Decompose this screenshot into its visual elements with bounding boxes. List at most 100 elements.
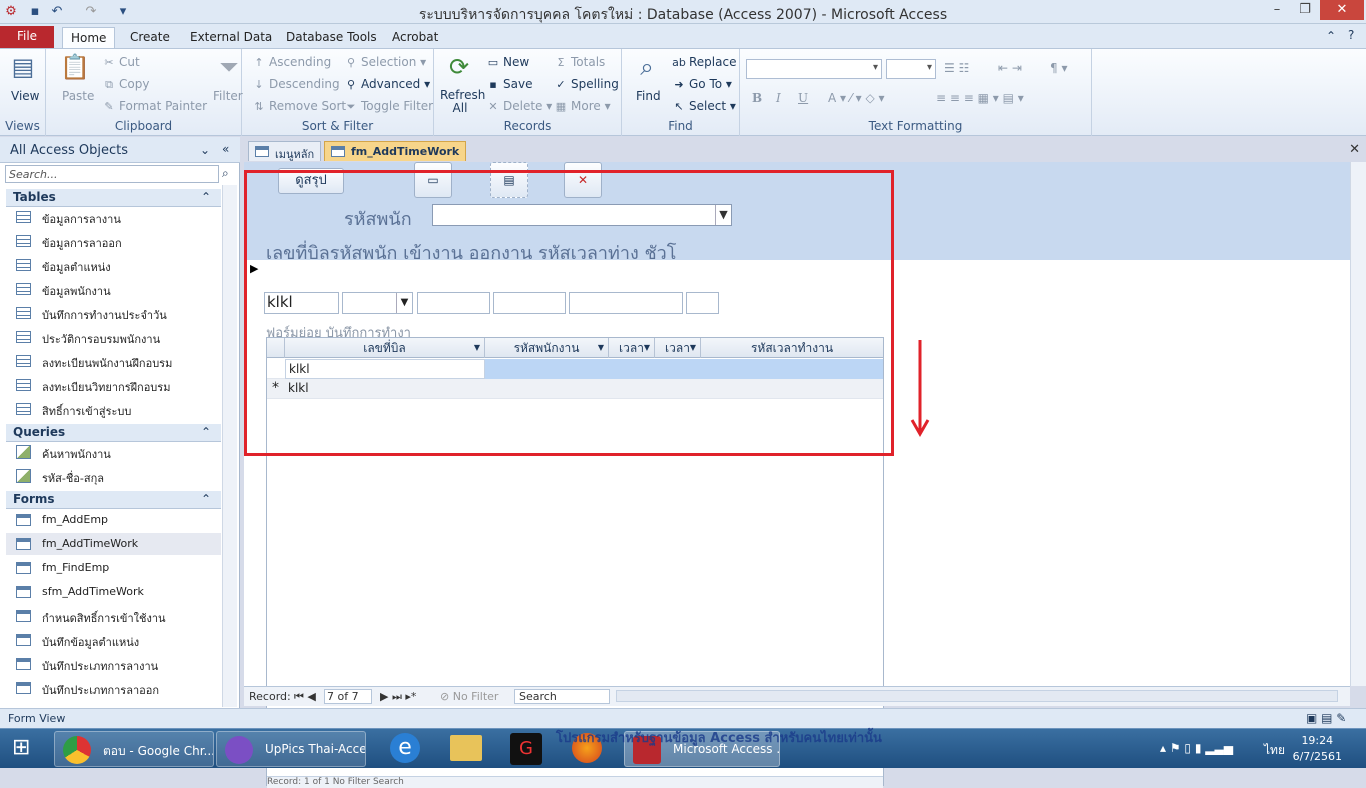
nav-item[interactable]: ข้อมูลพนักงาน <box>6 278 221 300</box>
underline-button[interactable]: U <box>798 91 808 105</box>
shutter-icon[interactable]: « <box>222 142 229 156</box>
no-filter-button[interactable]: ⊘ No Filter <box>440 690 498 703</box>
refresh-all-button[interactable]: Refresh All <box>440 89 485 115</box>
nav-item[interactable]: รหัส-ชื่อ-สกุล <box>6 465 221 487</box>
tab-main-menu[interactable]: เมนูหลัก <box>248 141 322 161</box>
bold-button[interactable]: B <box>752 91 762 105</box>
horizontal-scrollbar[interactable] <box>616 690 1338 702</box>
tab-home[interactable]: Home <box>62 27 116 48</box>
nav-item[interactable]: สิทธิ์การเข้าสู่ระบบ <box>6 398 221 420</box>
section-queries[interactable]: Queries ⌃ <box>6 424 221 442</box>
nav-item[interactable]: ประวัติการอบรมพนักงาน <box>6 326 221 348</box>
tab-file[interactable]: File <box>0 26 54 48</box>
descending-button[interactable]: ↓ Descending <box>252 77 339 91</box>
nav-item[interactable]: บันทึกประเภทการลาออก <box>6 677 221 699</box>
collapse-icon[interactable]: ⌃ <box>201 425 211 439</box>
spelling-button[interactable]: ✓ Spelling <box>554 77 618 91</box>
nav-item[interactable]: ข้อมูลการลาออก <box>6 230 221 252</box>
nav-item[interactable]: บันทึกข้อมูลตำแหน่ง <box>6 629 221 651</box>
indent-icon[interactable]: ⇤ ⇥ <box>998 61 1022 75</box>
windows-start-icon[interactable]: ⊞ <box>12 735 30 760</box>
find-button[interactable]: Find <box>636 89 661 103</box>
nav-item[interactable]: ลงทะเบียนวิทยากรฝึกอบรม <box>6 374 221 396</box>
record-search-input[interactable]: Search <box>514 689 610 704</box>
collapse-icon[interactable]: ⌃ <box>201 492 211 506</box>
select-button[interactable]: ↖ Select ▾ <box>672 99 735 113</box>
nav-item[interactable]: ค้นหาพนักงาน <box>6 441 221 463</box>
section-tables[interactable]: Tables ⌃ <box>6 189 221 207</box>
italic-button[interactable]: I <box>776 91 781 105</box>
tab-external-data[interactable]: External Data <box>182 27 280 48</box>
nav-item[interactable]: fm_AddEmp <box>6 509 221 531</box>
font-color-icon[interactable]: A ▾ ⁄ ▾ ◇ ▾ <box>828 91 885 105</box>
format-painter-button[interactable]: ✎ Format Painter <box>102 99 207 113</box>
remove-sort-button[interactable]: ⇅ Remove Sort <box>252 99 346 113</box>
clock[interactable]: 19:24 6/7/2561 <box>1293 733 1342 765</box>
paragraph-icon[interactable]: ¶ ▾ <box>1050 61 1067 75</box>
minimize-button[interactable]: – <box>1262 0 1292 20</box>
tray-icons[interactable]: ▴ ⚑ ▯ ▮ ▂▃▅ <box>1160 741 1233 755</box>
nav-menu-icon[interactable]: ⌄ <box>200 143 210 157</box>
more-button[interactable]: ▦ More ▾ <box>554 99 611 113</box>
nav-item[interactable]: บันทึกประเภทการลางาน <box>6 653 221 675</box>
nav-item-label: ข้อมูลพนักงาน <box>42 285 111 298</box>
toggle-filter-button[interactable]: ⏷ Toggle Filter <box>344 99 434 114</box>
garena-icon[interactable]: G <box>510 733 542 765</box>
section-forms[interactable]: Forms ⌃ <box>6 491 221 509</box>
nav-item[interactable]: บันทึกการทำงานประจำวัน <box>6 302 221 324</box>
query-icon <box>16 445 31 459</box>
ribbon-minimize-icon[interactable]: ⌃ <box>1326 29 1336 43</box>
current-record-input[interactable]: 7 of 7 <box>324 689 372 704</box>
nav-item[interactable]: ลงทะเบียนพนักงานฝึกอบรม <box>6 350 221 372</box>
tab-create[interactable]: Create <box>122 27 178 48</box>
new-record-button[interactable]: ▭ New <box>486 55 529 69</box>
language-indicator[interactable]: ไทย <box>1264 741 1285 760</box>
maximize-button[interactable]: ❐ <box>1290 0 1320 20</box>
font-family-combo[interactable] <box>746 59 882 79</box>
tab-database-tools[interactable]: Database Tools <box>278 27 385 48</box>
ascending-button[interactable]: ↑ Ascending <box>252 55 331 69</box>
nav-item[interactable]: ข้อมูลตำแหน่ง <box>6 254 221 276</box>
help-icon[interactable]: ? <box>1348 28 1354 42</box>
view-switcher-icons[interactable]: ▣ ▤ ✎ <box>1306 711 1346 725</box>
nav-item[interactable]: sfm_AddTimeWork <box>6 581 221 603</box>
explorer-folder-icon[interactable] <box>450 735 482 761</box>
nav-item[interactable]: fm_AddTimeWork <box>6 533 221 555</box>
close-document-icon[interactable]: ✕ <box>1349 142 1360 157</box>
next-record-button[interactable]: ▶ ⏭ ▸* <box>380 690 416 704</box>
paste-button[interactable]: Paste <box>62 89 94 103</box>
form-icon <box>16 682 31 694</box>
cut-button[interactable]: ✂ Cut <box>102 55 139 69</box>
bullets-icon[interactable]: ☰ ☷ <box>944 61 969 75</box>
delete-record-button[interactable]: ✕ Delete ▾ <box>486 99 552 113</box>
nav-header[interactable]: All Access Objects ⌄ « <box>0 137 240 163</box>
replace-button[interactable]: ab Replace <box>672 55 736 69</box>
ie-icon[interactable]: e <box>390 733 420 763</box>
taskbar-chrome[interactable]: ตอบ - Google Chr... <box>54 731 214 767</box>
collapse-icon[interactable]: ⌃ <box>201 190 211 204</box>
view-button[interactable]: View <box>11 89 39 103</box>
font-size-combo[interactable] <box>886 59 936 79</box>
nav-item[interactable]: กำหนดสิทธิ์การเข้าใช้งาน <box>6 605 221 627</box>
align-icons[interactable]: ≡ ≡ ≡ ▦ ▾ ▤ ▾ <box>936 91 1024 105</box>
first-record-button[interactable]: ⏮ ◀ <box>294 690 316 704</box>
totals-button[interactable]: Σ Totals <box>554 55 606 69</box>
tab-acrobat[interactable]: Acrobat <box>384 27 446 48</box>
form-vertical-scrollbar[interactable] <box>1350 162 1366 686</box>
selection-button[interactable]: ⚲ Selection ▾ <box>344 55 426 69</box>
save-record-button[interactable]: ▪ Save <box>486 77 532 91</box>
goto-button[interactable]: ➜ Go To ▾ <box>672 77 732 91</box>
subform-record-navigator[interactable]: Record: 1 of 1 No Filter Search <box>267 776 883 788</box>
nav-scrollbar[interactable] <box>222 185 237 707</box>
close-button[interactable]: ✕ <box>1320 0 1364 20</box>
nav-item[interactable]: ข้อมูลการลางาน <box>6 206 221 228</box>
tab-fm-addtimework[interactable]: fm_AddTimeWork <box>324 141 467 161</box>
filter-button[interactable]: Filter <box>213 89 243 103</box>
advanced-button[interactable]: ⚲ Advanced ▾ <box>344 77 430 91</box>
nav-item-label: sfm_AddTimeWork <box>42 585 144 598</box>
search-icon[interactable]: ⌕ <box>222 166 229 181</box>
nav-item[interactable]: fm_FindEmp <box>6 557 221 579</box>
copy-button[interactable]: ⧉ Copy <box>102 77 149 92</box>
taskbar-uppics[interactable]: UpPics Thai-Acce... <box>216 731 366 767</box>
nav-search-input[interactable]: Search... <box>5 165 219 183</box>
